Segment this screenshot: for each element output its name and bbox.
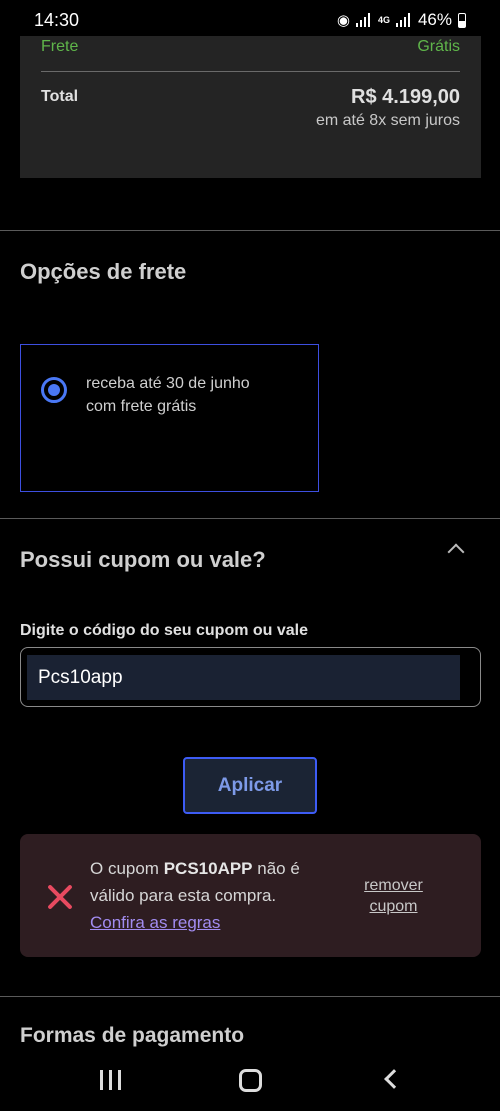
coupon-input[interactable] — [27, 655, 460, 700]
section-divider — [0, 996, 500, 997]
remove-coupon-line1: remover — [364, 877, 423, 894]
total-value: R$ 4.199,00 — [351, 86, 460, 108]
signal-icon — [355, 13, 372, 27]
status-bar: 14:30 ◉ 4G 46% — [0, 0, 500, 36]
total-label: Total — [41, 88, 79, 105]
apply-coupon-button[interactable]: Aplicar — [183, 757, 317, 814]
coupon-error-message: O cupom PCS10APP não é válido para esta … — [90, 855, 330, 936]
radio-selected-icon[interactable] — [41, 377, 67, 403]
shipping-option-card[interactable]: receba até 30 de junho com frete grátis — [20, 344, 319, 492]
system-nav-bar — [0, 1052, 500, 1111]
recent-apps-icon[interactable] — [100, 1070, 122, 1090]
coupon-field — [20, 647, 481, 707]
shipping-option-line1: receba até 30 de junho — [86, 375, 250, 392]
status-time: 14:30 — [34, 10, 80, 30]
chevron-up-icon[interactable] — [447, 543, 465, 561]
shipping-option-line2: com frete grátis — [86, 398, 197, 415]
coupon-field-label: Digite o código do seu cupom ou vale — [20, 622, 309, 639]
shipping-label: Frete — [41, 38, 79, 55]
battery-percent: 46% — [417, 10, 452, 29]
section-divider — [0, 518, 500, 519]
shipping-value: Grátis — [417, 38, 460, 55]
rules-link[interactable]: Confira as regras — [90, 913, 220, 932]
network-4g-icon: 4G — [377, 15, 390, 25]
shipping-options-title: Opções de frete — [20, 259, 187, 284]
payment-methods-title: Formas de pagamento — [20, 1024, 245, 1047]
order-summary: Frete Grátis Total R$ 4.199,00 em até 8x… — [20, 36, 481, 178]
back-icon[interactable] — [384, 1069, 404, 1089]
shipping-row: Frete Grátis — [41, 38, 460, 56]
shipping-option-text: receba até 30 de junho com frete grátis — [86, 372, 296, 418]
error-coupon-code: PCS10APP — [163, 859, 253, 878]
remove-coupon-line2: cupom — [369, 898, 418, 915]
error-prefix: O cupom — [90, 859, 164, 878]
section-divider — [0, 230, 500, 231]
hotspot-icon: ◉ — [336, 12, 350, 29]
battery-icon — [458, 12, 466, 28]
remove-coupon-link[interactable]: remover cupom — [351, 875, 436, 917]
summary-divider — [41, 71, 460, 72]
home-icon[interactable] — [239, 1069, 262, 1092]
coupon-error-box: O cupom PCS10APP não é válido para esta … — [20, 834, 481, 957]
status-icons: ◉ 4G 46% — [337, 10, 466, 30]
installments-text: em até 8x sem juros — [315, 112, 460, 129]
signal-icon — [395, 13, 412, 27]
error-x-icon — [45, 882, 75, 912]
coupon-section-title[interactable]: Possui cupom ou vale? — [20, 547, 266, 573]
